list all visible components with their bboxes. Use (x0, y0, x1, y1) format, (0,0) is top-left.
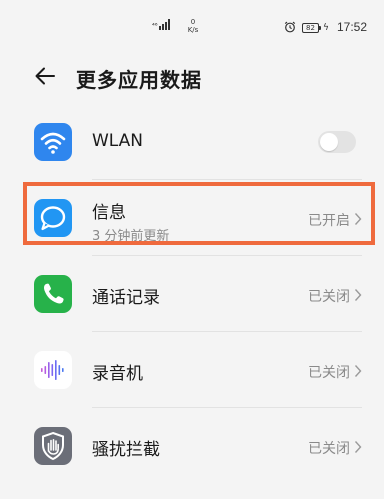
wlan-toggle[interactable] (318, 131, 356, 153)
network-type: ⁴⁶ (152, 22, 158, 30)
chevron-right-icon (354, 441, 362, 453)
net-speed-unit: K/s (187, 26, 199, 34)
recorder-label: 录音机 (92, 364, 143, 384)
harassment-block-label: 骚扰拦截 (92, 440, 160, 460)
hand-shield-icon (34, 427, 72, 465)
recorder-status: 已关闭 (308, 365, 350, 381)
battery-indicator: 82 ϟ (302, 23, 329, 33)
wlan-label: WLAN (92, 131, 144, 151)
phone-icon (34, 275, 72, 313)
harassment-block-status: 已关闭 (308, 441, 350, 457)
screen: ⁴⁶ 0 K/s 82 ϟ 17:52 更多应用数据 WLAN 信息 3 分钟前… (0, 0, 384, 499)
back-arrow-icon[interactable] (34, 65, 56, 87)
charging-icon: ϟ (323, 23, 329, 33)
list-item-harassment-block[interactable]: 骚扰拦截 已关闭 (0, 408, 384, 484)
highlight-box (23, 182, 375, 245)
call-log-label: 通话记录 (92, 288, 160, 308)
net-speed: 0 K/s (182, 18, 204, 34)
call-log-status: 已关闭 (308, 289, 350, 305)
page-header: 更多应用数据 (0, 55, 384, 99)
signal-indicator: ⁴⁶ (152, 19, 171, 30)
net-speed-value: 0 (190, 18, 196, 26)
list-item-recorder[interactable]: 录音机 已关闭 (0, 332, 384, 408)
signal-bars-icon (158, 19, 171, 30)
battery-icon: 82 (302, 23, 321, 33)
chevron-right-icon (354, 289, 362, 301)
clock: 17:52 (337, 20, 368, 34)
status-bar: ⁴⁶ 0 K/s 82 ϟ 17:52 (0, 0, 384, 50)
wifi-icon (34, 123, 72, 161)
chevron-right-icon (354, 365, 362, 377)
alarm-icon (284, 21, 296, 33)
list-item-call-log[interactable]: 通话记录 已关闭 (0, 256, 384, 332)
toggle-knob (320, 133, 338, 151)
soundwave-icon (34, 351, 72, 389)
page-title: 更多应用数据 (76, 68, 202, 92)
